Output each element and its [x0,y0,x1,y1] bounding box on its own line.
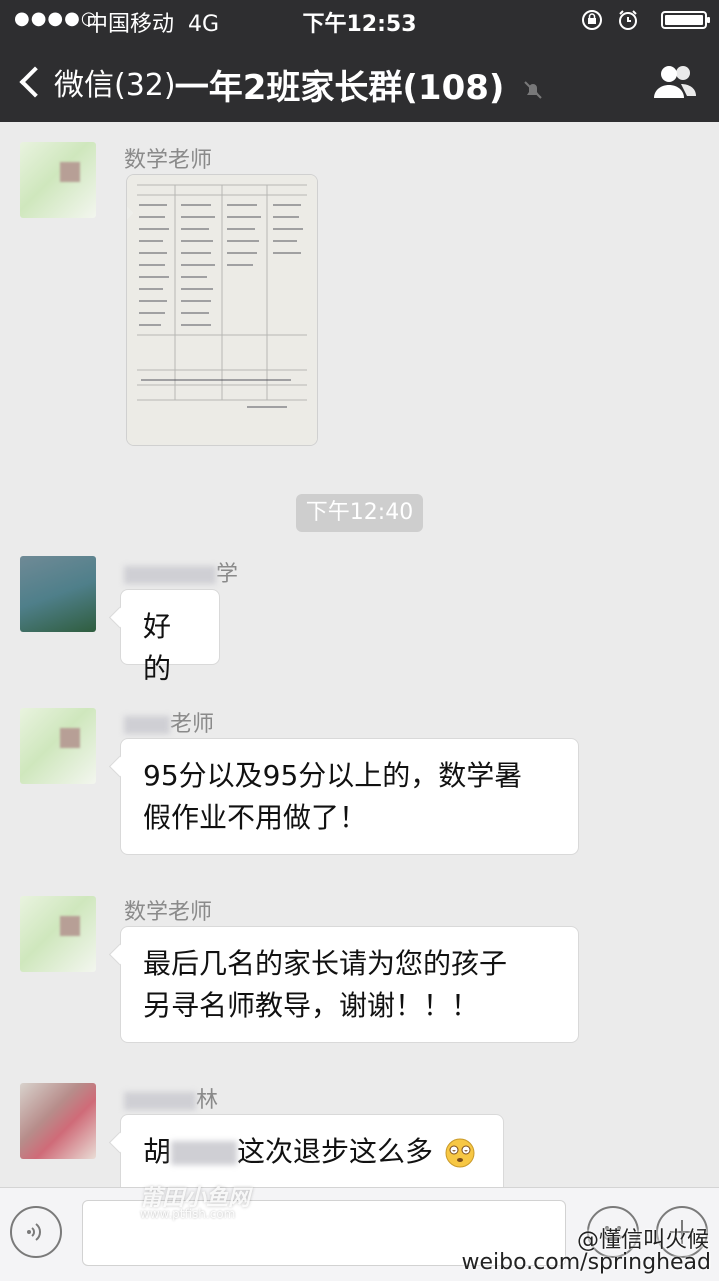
avatar[interactable] [20,142,96,218]
status-icons [581,6,639,31]
grade-sheet-photo [127,175,317,445]
avatar[interactable] [20,708,96,784]
message-text-start: 胡 [143,1135,172,1168]
message-list[interactable]: 数学老师 下午12:40 学 好的 老师 95分以及95分以上的，数学暑 假作业… [0,122,719,1187]
avatar[interactable] [20,1083,96,1159]
group-name: 一年2班家长群(108) [174,68,505,108]
message-bubble[interactable]: 95分以及95分以上的，数学暑 假作业不用做了！ [120,738,579,855]
message-bubble[interactable]: 好的 [120,589,220,685]
voice-icon [27,1223,41,1241]
rotation-lock-icon [581,9,602,30]
sender-name: 数学老师 [124,900,213,925]
message-bubble[interactable]: 最后几名的家长请为您的孩子 另寻名师教导，谢谢！！！ [120,926,579,1043]
sender-name: 老师 [124,706,214,738]
voice-input-button[interactable] [10,1206,62,1258]
avatar[interactable] [20,556,96,632]
message-text-end: 这次退步这么多 [237,1135,434,1168]
sender-name: 数学老师 [124,148,213,173]
avatar[interactable] [20,896,96,972]
message-line: 另寻名师教导，谢谢！！！ [143,989,480,1022]
message-line: 95分以及95分以上的，数学暑 [143,759,523,792]
message-bubble[interactable]: 胡 这次退步这么多 [120,1114,504,1187]
alarm-icon [619,9,637,30]
watermark-site-url: www.ptfish.com [140,1207,236,1221]
timestamp-chip: 下午12:40 [296,494,423,532]
mute-bell-icon [524,80,542,99]
dizzy-face-emoji-icon [445,1138,475,1168]
watermark-weibo-url: weibo.com/springhead [461,1250,712,1275]
status-bar: ●●●●○ 中国移动 4G 下午12:53 [0,0,719,40]
message-line: 假作业不用做了！ [143,801,368,834]
blurred-name [171,1141,238,1165]
chat-header: 微信(32) 一年2班家长群(108) [0,40,719,122]
sender-name: 林 [124,1082,218,1114]
group-members-icon[interactable] [651,62,699,100]
message-line: 最后几名的家长请为您的孩子 [143,947,508,980]
sender-name: 学 [124,556,238,588]
battery-icon [661,11,710,29]
grade-sheet-image[interactable] [126,174,318,446]
chat-title: 一年2班家长群(108) [0,60,719,109]
